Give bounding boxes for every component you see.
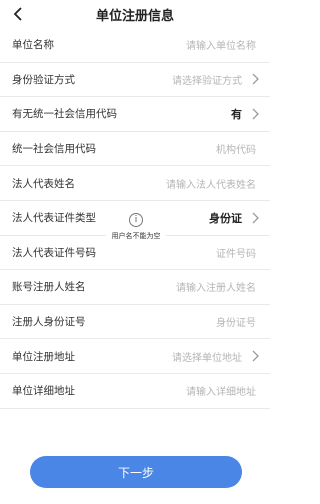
row-unit-detail-address[interactable]: 单位详细地址 请输入详细地址 bbox=[0, 374, 270, 409]
row-credit-code[interactable]: 统一社会信用代码 机构代码 bbox=[0, 132, 270, 167]
row-verify-method[interactable]: 身份验证方式 请选择验证方式 bbox=[0, 63, 270, 98]
legal-rep-id-type-select[interactable]: 身份证 bbox=[209, 201, 242, 235]
unit-name-label: 单位名称 bbox=[12, 39, 54, 52]
row-unit-name[interactable]: 单位名称 请输入单位名称 bbox=[0, 28, 270, 63]
unit-address-label: 单位注册地址 bbox=[12, 350, 75, 363]
chevron-left-icon bbox=[13, 7, 22, 21]
unit-detail-address-input[interactable]: 请输入详细地址 bbox=[186, 374, 256, 408]
credit-code-label: 统一社会信用代码 bbox=[12, 143, 96, 156]
credit-code-presence-label: 有无统一社会信用代码 bbox=[12, 108, 117, 121]
toast-text: 用户名不能为空 bbox=[111, 232, 161, 240]
legal-rep-id-type-label: 法人代表证件类型 bbox=[12, 212, 96, 225]
chevron-right-icon bbox=[252, 212, 259, 224]
registrant-name-input[interactable]: 请输入注册人姓名 bbox=[176, 270, 256, 304]
back-button[interactable] bbox=[8, 4, 28, 24]
credit-code-input[interactable]: 机构代码 bbox=[216, 132, 256, 166]
credit-code-presence-select[interactable]: 有 bbox=[231, 97, 242, 131]
registrant-id-input[interactable]: 身份证号 bbox=[216, 305, 256, 339]
unit-detail-address-label: 单位详细地址 bbox=[12, 385, 75, 398]
legal-rep-name-input[interactable]: 请输入法人代表姓名 bbox=[166, 166, 256, 200]
next-button[interactable]: 下一步 bbox=[30, 456, 242, 488]
registrant-name-label: 账号注册人姓名 bbox=[12, 281, 86, 294]
row-registrant-name[interactable]: 账号注册人姓名 请输入注册人姓名 bbox=[0, 270, 270, 305]
chevron-right-icon bbox=[252, 73, 259, 85]
page-title: 单位注册信息 bbox=[95, 8, 174, 24]
info-icon: i bbox=[129, 213, 143, 227]
header: 单位注册信息 bbox=[0, 0, 270, 28]
registrant-id-label: 注册人身份证号 bbox=[12, 316, 86, 329]
verify-method-select[interactable]: 请选择验证方式 bbox=[172, 63, 242, 97]
legal-rep-name-label: 法人代表姓名 bbox=[12, 177, 75, 190]
row-registrant-id[interactable]: 注册人身份证号 身份证号 bbox=[0, 305, 270, 340]
row-legal-rep-name[interactable]: 法人代表姓名 请输入法人代表姓名 bbox=[0, 166, 270, 201]
legal-rep-id-number-input[interactable]: 证件号码 bbox=[216, 236, 256, 270]
chevron-right-icon bbox=[252, 108, 259, 120]
row-credit-code-presence[interactable]: 有无统一社会信用代码 有 bbox=[0, 97, 270, 132]
chevron-right-icon bbox=[252, 350, 259, 362]
legal-rep-id-number-label: 法人代表证件号码 bbox=[12, 246, 96, 259]
row-unit-address[interactable]: 单位注册地址 请选择单位地址 bbox=[0, 339, 270, 374]
unit-address-select[interactable]: 请选择单位地址 bbox=[172, 339, 242, 373]
toast-message: i 用户名不能为空 bbox=[106, 206, 166, 248]
unit-name-input[interactable]: 请输入单位名称 bbox=[186, 28, 256, 62]
verify-method-label: 身份验证方式 bbox=[12, 73, 75, 86]
